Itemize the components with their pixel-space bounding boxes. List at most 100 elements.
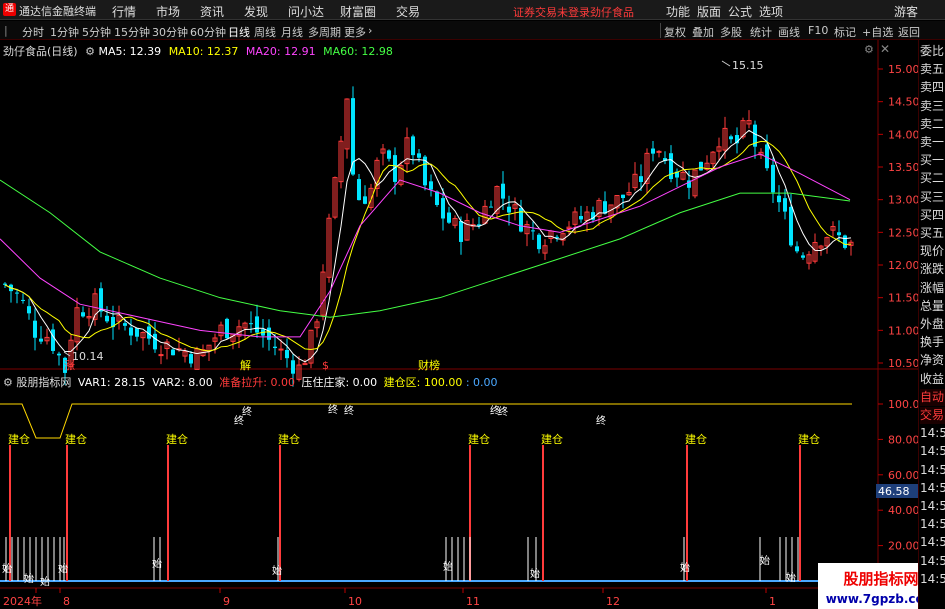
chart-canvas[interactable]: 15.00 14.50 14.00 13.50 13.00 12.50 12.00 11.50… [0,40,945,609]
guest-login[interactable]: 游客 [894,3,918,20]
indicator-tick-label: 80.00 [888,433,918,446]
candle-body [285,349,289,359]
event-marker: 财榜 [418,358,440,372]
side-panel-item: 14:56 [920,426,945,441]
add-watchlist-button[interactable]: +自选 [862,24,893,40]
period-daily[interactable]: 日线 [228,24,250,40]
indicator-tick-label: 40.00 [888,504,918,517]
overlay-button[interactable]: 叠加 [692,24,714,40]
indicator-gear-icon[interactable]: ⚙ [3,376,13,389]
ma20-label: MA20: 12.91 [245,45,316,58]
candle-body [153,333,157,350]
back-button[interactable]: 返回 [898,24,920,40]
x-axis-label: 9 [223,595,230,608]
draw-button[interactable]: 画线 [778,24,800,40]
settings-gear-icon[interactable]: ⚙ [85,45,95,58]
price-tick-label: 13.00 [888,194,918,207]
side-panel-item: 14:56 [920,444,945,459]
side-panel-item: 14:56 [920,571,945,586]
period-30min[interactable]: 30分钟 [152,24,188,40]
menu-discover[interactable]: 发现 [244,3,268,20]
candle-body [158,354,164,357]
menu-trade[interactable]: 交易 [396,3,420,20]
menu-market[interactable]: 市场 [156,3,180,20]
x-axis-label: 1 [769,595,776,608]
price-tick-label: 11.50 [888,292,918,305]
menu-ask[interactable]: 问小达 [288,3,324,20]
side-panel-item: 卖三 [920,98,945,113]
price-tick-label: 13.50 [888,161,918,174]
menu-layout[interactable]: 版面 [697,3,721,20]
candle-body [783,198,787,212]
candle-body [273,346,277,349]
candle-body [579,216,583,220]
candle-body [81,312,85,317]
f10-button[interactable]: F10 [808,24,828,37]
candle-body [621,194,625,199]
menu-formula[interactable]: 公式 [728,3,752,20]
candle-body [639,176,643,182]
menu-news[interactable]: 资讯 [200,3,224,20]
menu-function[interactable]: 功能 [666,3,690,20]
adjust-button[interactable]: 复权 [664,24,686,40]
candle-body [489,206,493,208]
price-tick-label: 11.00 [888,324,918,337]
toolbar-divider [660,23,661,38]
x-axis-label: 8 [63,595,70,608]
candle-body [363,196,367,204]
build-label: 建仓 [166,432,188,446]
build-label: 建仓 [278,432,300,446]
watermark-url: www.7gpzb.com [826,592,918,606]
trade-login-notice[interactable]: 证券交易未登录 [513,4,590,20]
period-1min[interactable]: 1分钟 [50,24,79,40]
side-panel-item: 卖一 [920,135,945,149]
side-panel-item: 换手 [920,335,945,350]
side-panel-item[interactable]: 交易 [920,407,945,424]
candle-body [105,315,109,322]
price-tick-label: 15.00 [888,63,918,76]
side-panel-item: 14:56 [920,517,945,532]
low-price-label: 10.14 [72,350,104,363]
candle-body [501,183,505,199]
period-multi[interactable]: 多周期 [308,24,341,40]
period-weekly[interactable]: 周线 [254,24,276,40]
ma10-label: MA10: 12.37 [168,45,239,58]
mark-button[interactable]: 标记 [834,24,856,40]
candle-body [729,136,733,140]
period-15min[interactable]: 15分钟 [114,24,150,40]
end-label: 终 [498,405,508,418]
price-tick-label: 12.00 [888,259,918,272]
candle-body [537,234,541,250]
menu-quotes[interactable]: 行情 [112,3,136,20]
menu-wealth[interactable]: 财富圈 [340,3,376,20]
panel-close-icon[interactable]: ✕ [880,42,890,56]
candle-body [21,299,25,301]
candle-body [429,181,433,190]
start-label: 始 [530,567,540,580]
candle-body [795,246,799,252]
panel-settings-icon[interactable]: ⚙ [864,43,874,56]
stats-button[interactable]: 统计 [750,24,772,40]
candle-body [57,353,61,356]
candle-body [225,318,229,339]
candle-body [771,164,775,193]
side-panel-item: 卖二 [920,116,945,131]
more-chevron-icon[interactable]: › [368,24,372,37]
build-zone-label: 建仓区: 100.00 [383,376,463,389]
menu-options[interactable]: 选项 [759,3,783,20]
side-panel-item: 涨跌 [920,262,945,277]
period-more[interactable]: 更多 [344,24,366,40]
multi-stock-button[interactable]: 多股 [720,24,742,40]
side-panel-item: 卖五 [920,62,945,77]
indicator-name: 股朋指标网 [16,376,72,389]
period-60min[interactable]: 60分钟 [190,24,226,40]
start-label: 始 [40,575,50,588]
period-monthly[interactable]: 月线 [281,24,303,40]
side-panel-item[interactable]: 自动 [920,388,945,406]
price-tick-label: 14.00 [888,128,918,141]
period-5min[interactable]: 5分钟 [82,24,111,40]
chart-area[interactable]: 15.00 14.50 14.00 13.50 13.00 12.50 12.00 11.50… [0,40,945,609]
start-label: 始 [272,564,282,577]
period-timeshare[interactable]: 分时 [22,24,44,40]
candle-body [171,349,175,356]
